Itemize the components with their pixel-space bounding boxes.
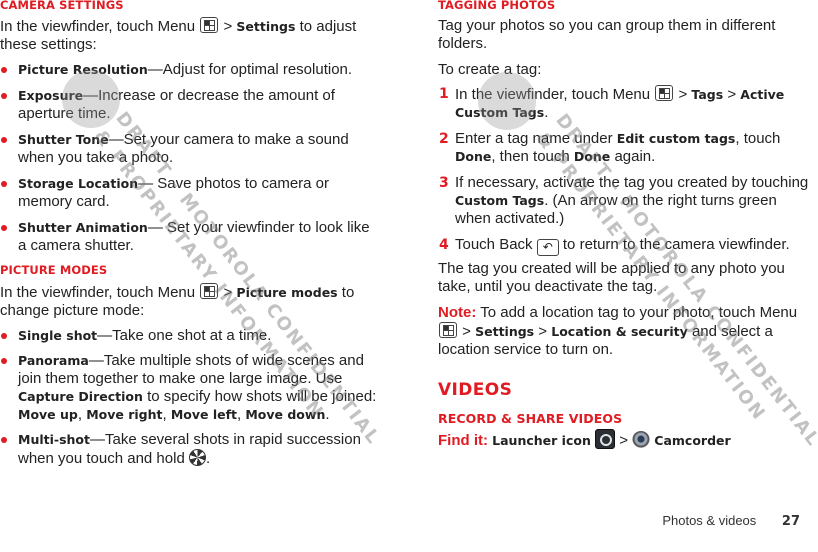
page-footer: Photos & videos 27 (662, 513, 800, 529)
edit-custom-tags-label: Edit custom tags (616, 131, 736, 146)
item-desc: —Take one shot at a time. (97, 327, 272, 344)
step-item: 3 If necessary, activate the tag you cre… (438, 174, 813, 228)
item-term: Panorama (18, 353, 89, 368)
list-item: Exposure—Increase or decrease the amount… (0, 87, 380, 123)
location-security-label: Location & security (551, 324, 688, 339)
menu-key-icon (200, 283, 219, 299)
custom-tags-label: Custom Tags (455, 193, 545, 208)
picture-modes-intro: In the viewfinder, touch Menu > Picture … (0, 283, 385, 320)
option-move-down: Move down (245, 407, 326, 422)
bullet-icon (1, 137, 7, 143)
step-item: 2 Enter a tag name under Edit custom tag… (438, 130, 813, 166)
step-number: 4 (439, 237, 449, 253)
step-text: , then touch (491, 148, 570, 165)
separator: > (223, 18, 233, 35)
page-number: 27 (781, 514, 800, 529)
step-text: to return to the camera viewfinder. (562, 236, 790, 253)
separator: > (727, 86, 737, 103)
step-text: Enter a tag name under (455, 130, 613, 147)
intro-text: In the viewfinder, touch Menu (0, 18, 196, 35)
camcorder-icon (632, 431, 651, 449)
shutter-icon (188, 449, 206, 466)
step-number: 2 (439, 131, 449, 147)
item-desc: —Adjust for optimal resolution. (147, 61, 353, 78)
list-item: Picture Resolution—Adjust for optimal re… (0, 61, 380, 79)
list-item: Single shot—Take one shot at a time. (0, 327, 380, 345)
camera-settings-intro: In the viewfinder, touch Menu > Settings… (0, 17, 385, 54)
bullet-icon (1, 358, 7, 364)
punctuation: . (205, 450, 211, 467)
separator: > (538, 323, 548, 340)
capture-direction-label: Capture Direction (18, 389, 143, 404)
step-number: 1 (439, 86, 449, 102)
bullet-icon (1, 437, 7, 443)
list-item: Storage Location— Save photos to camera … (0, 175, 380, 211)
intro-text: In the viewfinder, touch Menu (0, 284, 196, 301)
list-item: Multi-shot—Take several shots in rapid s… (0, 431, 380, 468)
bullet-icon (1, 67, 7, 73)
list-item: Shutter Animation— Set your viewfinder t… (0, 219, 380, 255)
find-it-label: Find it: (438, 432, 488, 449)
item-term: Single shot (18, 328, 98, 343)
settings-label: Settings (475, 324, 535, 339)
tags-label: Tags (691, 87, 724, 102)
done-label: Done (455, 149, 492, 164)
tagging-intro: Tag your photos so you can group them in… (438, 17, 776, 52)
punctuation: . (544, 104, 549, 121)
option-move-left: Move left (170, 407, 238, 422)
camcorder-label: Camcorder (654, 433, 731, 448)
picture-modes-label: Picture modes (236, 285, 338, 300)
item-desc: to specify how shots will be joined: (147, 388, 377, 405)
picture-modes-list: Single shot—Take one shot at a time. Pan… (0, 327, 380, 468)
done-label: Done (573, 149, 611, 164)
step-text: If necessary, activate the tag you creat… (455, 174, 809, 191)
videos-heading: Videos (438, 380, 513, 400)
item-term: Storage Location (18, 176, 139, 191)
launcher-icon-label: Launcher icon (492, 433, 591, 448)
bullet-icon (1, 181, 7, 187)
step-text: , touch (735, 130, 781, 147)
list-item: Panorama—Take multiple shots of wide sce… (0, 352, 380, 424)
step-text: again. (614, 148, 656, 165)
separator: > (462, 323, 471, 340)
separator: > (223, 284, 233, 301)
menu-key-icon (439, 322, 457, 338)
item-term: Multi-shot (18, 432, 90, 447)
back-key-icon: ↶ (536, 239, 559, 256)
tagging-photos-heading: Tagging Photos (438, 0, 556, 12)
camera-settings-list: Picture Resolution—Adjust for optimal re… (0, 61, 380, 255)
launcher-icon (595, 429, 616, 449)
menu-key-icon (200, 17, 219, 33)
bullet-icon (1, 93, 7, 99)
separator: > (678, 86, 688, 103)
motorola-logo-watermark (62, 70, 120, 128)
tag-applied-text: The tag you created will be applied to a… (438, 260, 785, 295)
location-note: Note: To add a location tag to your phot… (438, 304, 813, 359)
item-term: Shutter Tone (18, 132, 109, 147)
motorola-logo-watermark (478, 72, 536, 130)
bullet-icon (1, 225, 7, 231)
find-it-line: Find it: Launcher icon > Camcorder (438, 429, 813, 450)
section-name: Photos & videos (662, 513, 757, 528)
camera-settings-heading: Camera Settings (0, 0, 124, 12)
menu-key-icon (655, 85, 674, 101)
step-text: Touch Back (455, 236, 533, 253)
option-move-up: Move up (18, 407, 78, 422)
settings-label: Settings (236, 19, 296, 34)
bullet-icon (1, 333, 7, 339)
picture-modes-heading: Picture Modes (0, 263, 108, 277)
list-item: Shutter Tone—Set your camera to make a s… (0, 131, 380, 167)
option-move-right: Move right (86, 407, 163, 422)
note-label: Note: (438, 304, 477, 321)
record-share-videos-heading: Record & Share Videos (438, 411, 623, 426)
note-text: To add a location tag to your photo, tou… (480, 304, 798, 321)
step-number: 3 (439, 175, 449, 191)
separator: > (619, 432, 628, 449)
step-item: 4 Touch Back ↶ to return to the camera v… (438, 236, 813, 256)
item-term: Shutter Animation (18, 220, 148, 235)
